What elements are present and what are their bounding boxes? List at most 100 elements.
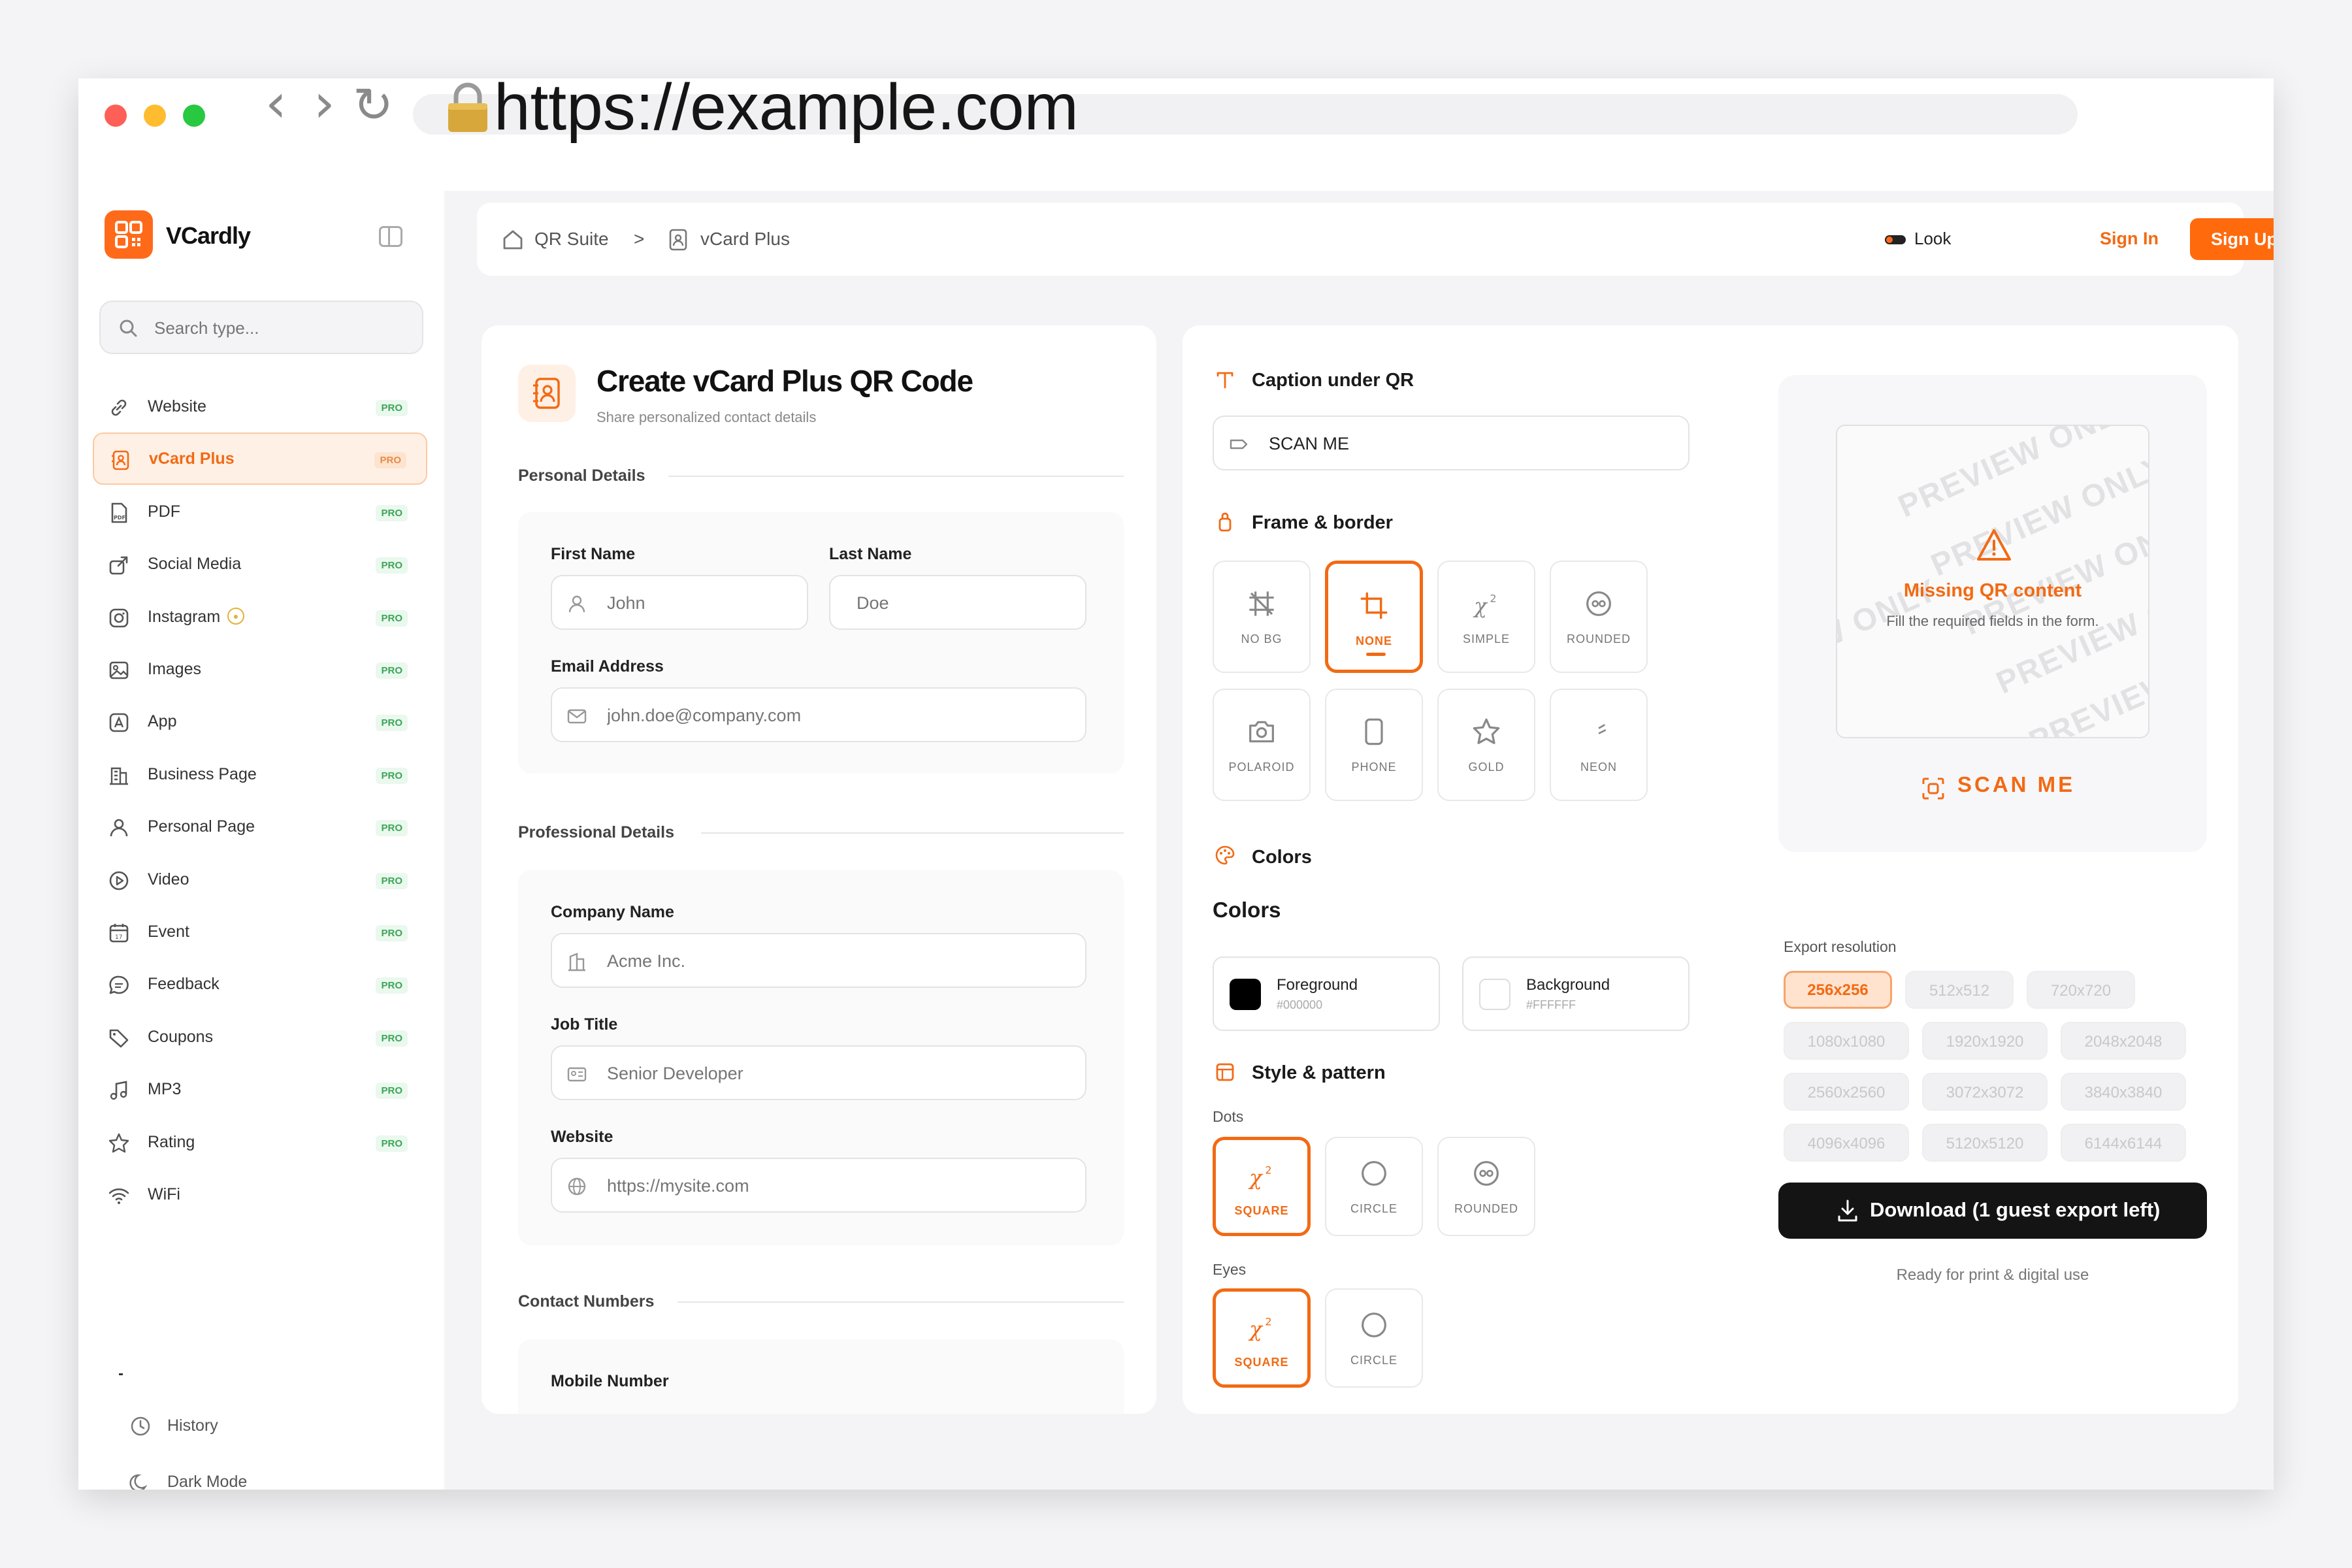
mail-icon: [567, 709, 587, 724]
sidebar-item-vcard-plus[interactable]: vCard Plus PRO: [93, 433, 427, 485]
frame-option-rounded[interactable]: ROUNDED: [1550, 561, 1648, 673]
job-title-field[interactable]: [551, 1045, 1086, 1100]
frame-option-phone[interactable]: PHONE: [1325, 689, 1423, 801]
look-toggle-label[interactable]: Look: [1914, 229, 1951, 249]
pro-badge: PRO: [376, 767, 408, 784]
pro-badge: PRO: [374, 452, 406, 469]
frame-option-simple[interactable]: χ 2 SIMPLE: [1437, 561, 1535, 673]
frame-option-label: NEON: [1580, 760, 1617, 774]
frame-option-label: SIMPLE: [1462, 632, 1511, 645]
website-input[interactable]: [607, 1171, 1034, 1201]
caption-input[interactable]: [1269, 429, 1648, 459]
resolution-option-2560x2560[interactable]: 2560x2560: [1784, 1073, 1909, 1111]
website-field[interactable]: [551, 1158, 1086, 1213]
frame-option-label: ROUNDED: [1566, 632, 1631, 645]
resolution-option-3072x3072[interactable]: 3072x3072: [1922, 1073, 2048, 1111]
frame-option-gold[interactable]: GOLD: [1437, 689, 1535, 801]
contact-card-icon: [108, 448, 132, 472]
resolution-option-6144x6144[interactable]: 6144x6144: [2061, 1124, 2186, 1162]
professional-details-section: Company Name Job Title Website: [518, 870, 1124, 1245]
resolution-option-3840x3840[interactable]: 3840x3840: [2061, 1073, 2186, 1111]
pro-badge: PRO: [376, 1135, 408, 1152]
frame-option-polaroid[interactable]: POLAROID: [1213, 689, 1311, 801]
email-field[interactable]: [551, 687, 1086, 742]
instagram-pro-indicator-icon: ●: [227, 607, 244, 625]
sidebar-item-website[interactable]: Website PRO: [93, 382, 427, 434]
eyes-option-square[interactable]: χ 2 SQUARE: [1213, 1288, 1311, 1388]
frame-option-neon[interactable]: NEON: [1550, 689, 1648, 801]
sidebar-item-social-media[interactable]: Social Media PRO: [93, 539, 427, 591]
resolution-option-5120x5120[interactable]: 5120x5120: [1922, 1124, 2048, 1162]
background-color-picker[interactable]: Background #FFFFFF: [1462, 956, 1690, 1031]
sidebar-item-personal-page[interactable]: Personal Page PRO: [93, 802, 427, 854]
breadcrumb-qr-suite[interactable]: QR Suite: [534, 229, 609, 250]
frame-option-none[interactable]: NONE: [1325, 561, 1423, 673]
building-icon: [568, 953, 585, 972]
sign-up-button[interactable]: Sign Up: [2190, 218, 2274, 260]
address-url[interactable]: https://example.com: [494, 78, 1079, 140]
reload-icon[interactable]: ↻: [353, 81, 393, 129]
last-name-input[interactable]: [857, 588, 1060, 618]
resolution-option-720x720[interactable]: 720x720: [2027, 971, 2135, 1009]
sign-in-link[interactable]: Sign In: [2100, 229, 2159, 249]
search-input[interactable]: [154, 312, 409, 344]
first-name-input[interactable]: [607, 588, 811, 618]
sidebar-item-event[interactable]: 17 Event PRO: [93, 907, 427, 959]
breadcrumb-vcard-plus[interactable]: vCard Plus: [700, 229, 790, 250]
sidebar-item-video[interactable]: Video PRO: [93, 855, 427, 907]
wifi-icon: [107, 1184, 131, 1207]
last-name-field[interactable]: [829, 575, 1086, 630]
resolution-option-1080x1080[interactable]: 1080x1080: [1784, 1022, 1909, 1060]
resolution-option-256x256[interactable]: 256x256: [1784, 971, 1892, 1009]
dots-option-circle[interactable]: CIRCLE: [1325, 1137, 1423, 1236]
company-field[interactable]: [551, 933, 1086, 988]
sidebar-item-coupons[interactable]: Coupons PRO: [93, 1012, 427, 1064]
frame-option-no-bg[interactable]: NO BG: [1213, 561, 1311, 673]
close-dot[interactable]: [105, 105, 127, 127]
resolution-option-1920x1920[interactable]: 1920x1920: [1922, 1022, 2048, 1060]
sidebar-item-instagram[interactable]: Instagram ● PRO: [93, 592, 427, 644]
job-title-input[interactable]: [607, 1058, 1034, 1088]
sidebar-item-feedback[interactable]: Feedback PRO: [93, 959, 427, 1011]
dots-option-square[interactable]: χ 2 SQUARE: [1213, 1137, 1311, 1236]
sidebar-item-rating[interactable]: Rating PRO: [93, 1117, 427, 1169]
sidebar-item-wifi[interactable]: WiFi: [93, 1169, 427, 1222]
forward-icon[interactable]: ›: [314, 78, 335, 131]
no-bg-icon: [1246, 588, 1277, 619]
email-input[interactable]: [607, 700, 1034, 730]
company-input[interactable]: [607, 946, 1034, 976]
maximize-dot[interactable]: [183, 105, 205, 127]
dots-option-rounded[interactable]: ROUNDED: [1437, 1137, 1535, 1236]
sidebar-item-business-page[interactable]: Business Page PRO: [93, 749, 427, 802]
sidebar-search[interactable]: [99, 301, 423, 354]
design-panel: Caption under QR Frame & border NO BG NON…: [1183, 325, 1836, 1414]
sidebar-item-app[interactable]: App PRO: [93, 696, 427, 749]
eyes-option-circle[interactable]: CIRCLE: [1325, 1288, 1423, 1388]
svg-text:χ: χ: [1248, 1166, 1263, 1190]
missing-qr-description: Fill the required fields in the form.: [1886, 613, 2099, 629]
sidebar-collapse-icon[interactable]: [379, 226, 402, 247]
scan-icon: [1922, 777, 1944, 800]
caption-field[interactable]: [1213, 416, 1690, 470]
first-name-field[interactable]: [551, 575, 811, 630]
crop-icon: [1358, 590, 1390, 621]
sidebar-item-pdf[interactable]: PDF PDF PRO: [93, 487, 427, 539]
background-hex: #FFFFFF: [1526, 998, 1576, 1011]
sidebar-item-mp3[interactable]: MP3 PRO: [93, 1064, 427, 1117]
resolution-option-512x512[interactable]: 512x512: [1905, 971, 2014, 1009]
dots-option-label: CIRCLE: [1350, 1202, 1397, 1215]
frame-option-label: PHONE: [1351, 760, 1397, 774]
download-button[interactable]: Download (1 guest export left): [1778, 1183, 2207, 1239]
leaf-icon: [1583, 716, 1614, 747]
resolution-option-4096x4096[interactable]: 4096x4096: [1784, 1124, 1909, 1162]
frame-option-label: NO BG: [1241, 632, 1282, 645]
back-icon[interactable]: ‹: [265, 78, 287, 131]
link-icon: [107, 396, 131, 419]
resolution-option-2048x2048[interactable]: 2048x2048: [2061, 1022, 2186, 1060]
minimize-dot[interactable]: [144, 105, 166, 127]
toggle-icon[interactable]: [1885, 235, 1906, 244]
style-section-title: Style & pattern: [1252, 1062, 1386, 1083]
frame-option-label: NONE: [1355, 634, 1392, 647]
sidebar-item-images[interactable]: Images PRO: [93, 644, 427, 696]
foreground-color-picker[interactable]: Foreground #000000: [1213, 956, 1440, 1031]
